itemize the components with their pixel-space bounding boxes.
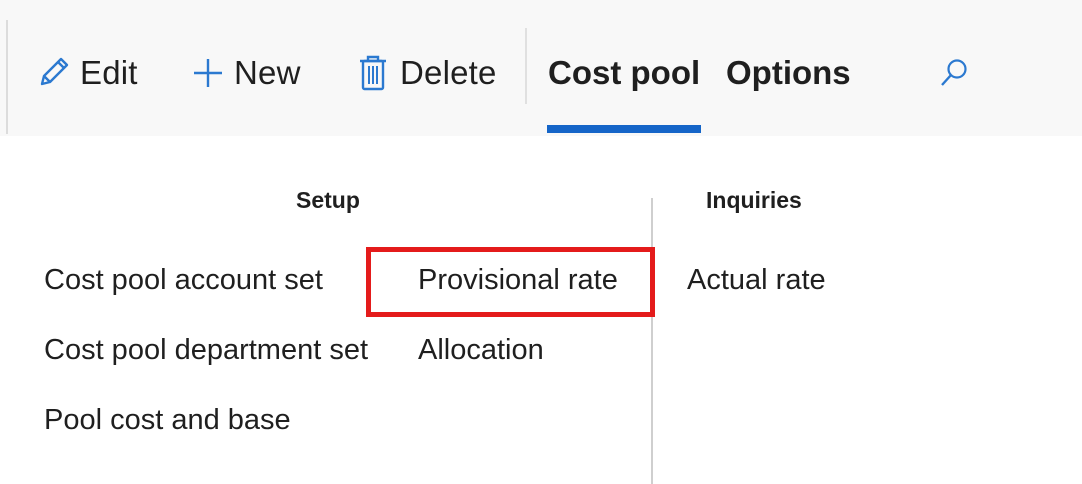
action-pane: Edit New Delete Cost pool Options bbox=[0, 0, 1082, 136]
inquiries-group-title: Inquiries bbox=[706, 187, 802, 213]
trash-icon bbox=[356, 53, 390, 93]
pool-cost-and-base-link[interactable]: Pool cost and base bbox=[44, 404, 291, 437]
cost-pool-department-set-link[interactable]: Cost pool department set bbox=[44, 334, 368, 367]
allocation-link[interactable]: Allocation bbox=[418, 334, 544, 367]
toolbar-separator bbox=[525, 28, 527, 104]
tab-cost-pool[interactable]: Cost pool bbox=[548, 44, 700, 102]
pane-left-border bbox=[6, 20, 8, 134]
setup-group-title: Setup bbox=[296, 187, 360, 213]
cost-pool-account-set-link[interactable]: Cost pool account set bbox=[44, 264, 323, 297]
search-button[interactable] bbox=[937, 44, 971, 102]
pencil-icon bbox=[34, 54, 72, 92]
group-divider bbox=[651, 198, 653, 484]
plus-icon bbox=[190, 55, 226, 91]
tab-cost-pool-label: Cost pool bbox=[548, 54, 701, 91]
search-icon bbox=[937, 56, 971, 90]
tab-options-label: Options bbox=[726, 54, 851, 91]
new-label: New bbox=[234, 54, 301, 91]
highlight-box bbox=[366, 247, 655, 317]
delete-button[interactable]: Delete bbox=[356, 44, 497, 102]
edit-button[interactable]: Edit bbox=[34, 44, 138, 102]
edit-label: Edit bbox=[80, 54, 138, 91]
tab-options[interactable]: Options bbox=[726, 44, 851, 102]
delete-label: Delete bbox=[400, 54, 497, 91]
actual-rate-link[interactable]: Actual rate bbox=[687, 264, 826, 297]
new-button[interactable]: New bbox=[190, 44, 301, 102]
active-tab-indicator bbox=[547, 125, 701, 133]
